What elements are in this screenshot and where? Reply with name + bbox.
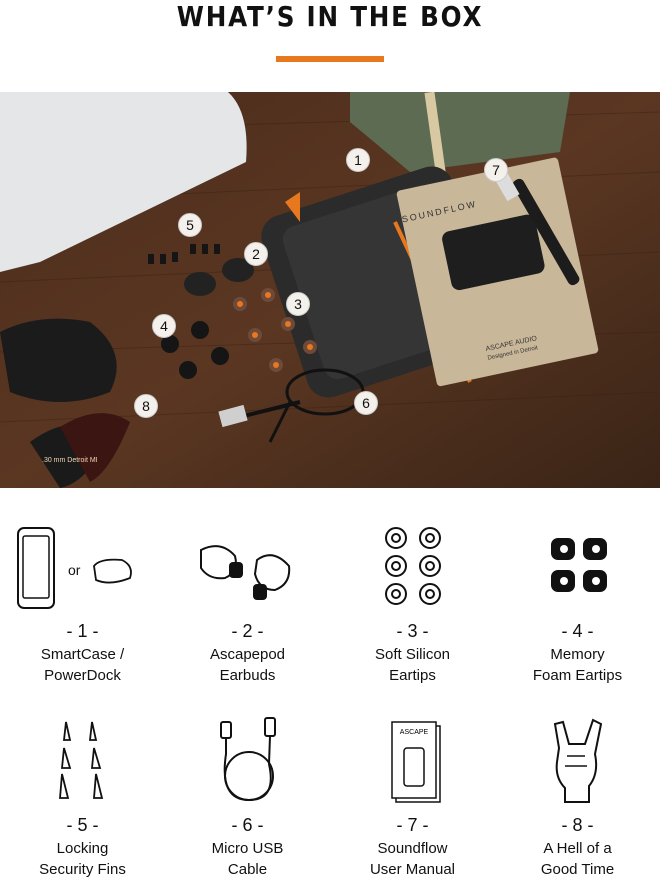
page-title: WHAT’S IN THE BOX (176, 0, 484, 33)
badge-2: 2 (244, 242, 268, 266)
usb-cable-icon (220, 717, 276, 802)
item-number: - 5 - (66, 815, 99, 835)
item-silicon-eartips: - 3 - Soft Silicon Eartips (330, 510, 495, 690)
item-number: - 2 - (231, 621, 264, 641)
item-label: Ascapepod Earbuds (209, 646, 286, 684)
badge-4: 4 (152, 314, 176, 338)
badge-1: 1 (346, 148, 370, 172)
title-underline (276, 56, 384, 62)
item-number: - 8 - (561, 815, 594, 835)
badge-8: 8 (134, 394, 158, 418)
item-label: Micro USB Cable (211, 840, 284, 878)
phone-case-icon (17, 527, 132, 609)
foam-eartips-icon (551, 538, 607, 592)
item-user-manual: ASCAPE - 7 - Soundflow User Manual (330, 704, 495, 879)
item-number: - 4 - (561, 621, 594, 641)
item-smartcase: or - 1 - SmartCase / PowerDock (0, 510, 165, 690)
item-usb-cable: - 6 - Micro USB Cable (165, 704, 330, 879)
user-manual-icon: ASCAPE (391, 721, 441, 803)
item-label: A Hell of a Good Time (540, 840, 615, 878)
item-label: Memory Foam Eartips (532, 646, 623, 684)
manual-brand: ASCAPE (400, 729, 429, 736)
badge-6: 6 (354, 391, 378, 415)
badge-3: 3 (286, 292, 310, 316)
badge-5: 5 (178, 213, 202, 237)
item-label: Soft Silicon Eartips (374, 646, 451, 684)
sunglasses (0, 318, 117, 402)
earbuds-icon (200, 545, 291, 600)
security-fins-icon (59, 721, 104, 799)
item-number: - 3 - (396, 621, 429, 641)
product-photo: SOUNDFLOW ASCAPE AUDIO Designed in Detro… (0, 92, 660, 488)
or-label: or (68, 562, 81, 578)
item-number: - 7 - (396, 815, 429, 835)
item-foam-eartips: - 4 - Memory Foam Eartips (495, 510, 660, 690)
svg-text:.30 mm Detroit MI: .30 mm Detroit MI (42, 457, 98, 464)
item-label: Locking Security Fins (39, 840, 126, 878)
item-number: - 1 - (66, 621, 99, 641)
silicon-eartips-icon (385, 527, 441, 605)
item-number: - 6 - (231, 815, 264, 835)
item-good-time: - 8 - A Hell of a Good Time (495, 704, 660, 879)
item-label: SmartCase / PowerDock (40, 646, 125, 684)
item-label: Soundflow User Manual (369, 840, 456, 878)
contents-legend: or - 1 - SmartCase / PowerDock - 2 - Asca… (0, 510, 660, 879)
rock-hand-icon (553, 718, 603, 803)
item-earbuds: - 2 - Ascapepod Earbuds (165, 510, 330, 690)
badge-7: 7 (484, 158, 508, 182)
item-security-fins: - 5 - Locking Security Fins (0, 704, 165, 879)
